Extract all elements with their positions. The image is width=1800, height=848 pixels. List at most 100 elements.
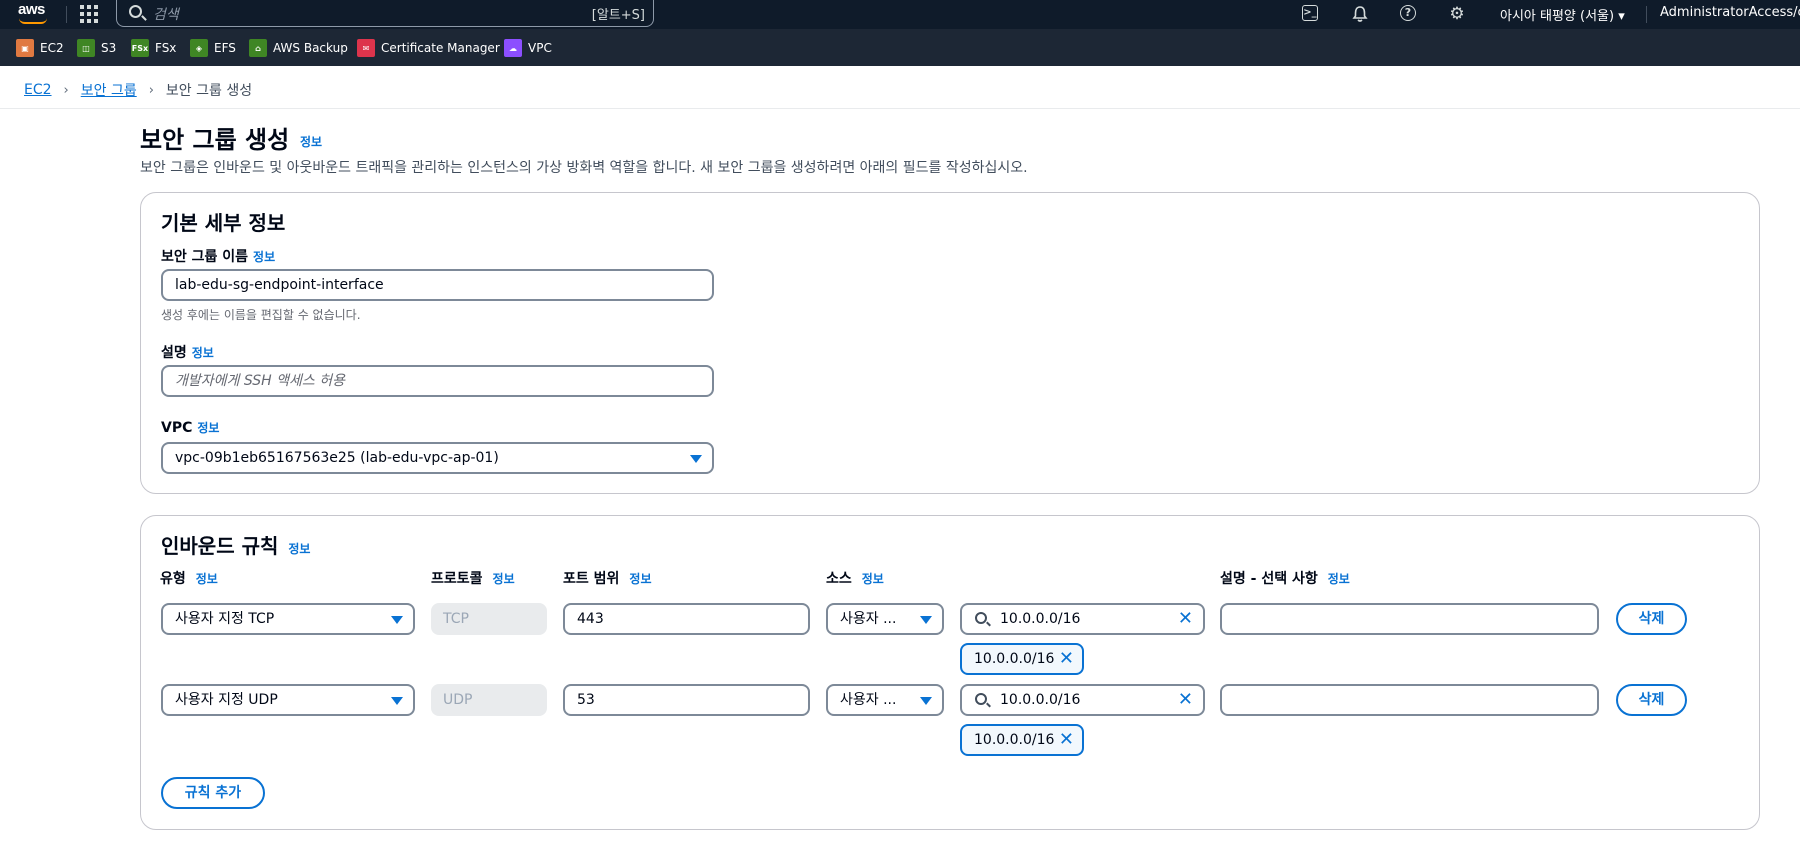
vpc-icon: ☁ — [504, 39, 522, 57]
label-text: 보안 그룹 이름 — [161, 249, 249, 265]
rule-port-range-input[interactable]: 53 — [563, 684, 810, 716]
breadcrumb-ec2[interactable]: EC2 — [24, 82, 52, 98]
favorite-label: EFS — [214, 41, 236, 55]
help-icon[interactable]: ? — [1400, 5, 1416, 21]
caret-down-icon — [920, 616, 932, 624]
favorite-efs[interactable]: ◈ EFS — [190, 39, 236, 57]
field-label-sg-name: 보안 그룹 이름 정보 — [161, 246, 275, 266]
aws-logo[interactable]: aws — [18, 1, 50, 25]
info-link[interactable]: 정보 — [300, 133, 322, 150]
column-header-protocol: 프로토콜 정보 — [431, 568, 515, 588]
global-search-input[interactable]: 검색 [알트+S] — [116, 0, 654, 27]
divider — [66, 6, 67, 23]
aws-logo-text: aws — [18, 1, 45, 18]
page-description: 보안 그룹은 인바운드 및 아웃바운드 트래픽을 관리하는 인스턴스의 가상 방… — [140, 160, 1028, 176]
favorite-aws-backup[interactable]: ⌂ AWS Backup — [249, 39, 348, 57]
breadcrumb-security-groups[interactable]: 보안 그룹 — [81, 80, 137, 100]
account-menu[interactable]: AdministratorAccess/clou — [1660, 5, 1800, 20]
info-link[interactable]: 정보 — [192, 346, 214, 360]
rule-source-type-select[interactable]: 사용자 ... — [826, 684, 944, 716]
section-title: 기본 세부 정보 — [161, 211, 286, 235]
add-rule-button[interactable]: 규칙 추가 — [161, 777, 265, 809]
security-group-name-input[interactable]: lab-edu-sg-endpoint-interface — [161, 269, 714, 301]
rule-port-range-input[interactable]: 443 — [563, 603, 810, 635]
info-link[interactable]: 정보 — [493, 572, 515, 586]
caret-down-icon — [391, 697, 403, 705]
token-label: 10.0.0.0/16 — [974, 732, 1055, 748]
aws-smile-icon — [19, 18, 47, 24]
label-text: 설명 — [161, 345, 187, 361]
rule-description-input[interactable] — [1220, 603, 1599, 635]
info-link[interactable]: 정보 — [196, 572, 218, 586]
vpc-select[interactable]: vpc-09b1eb65167563e25 (lab-edu-vpc-ap-01… — [161, 442, 714, 474]
services-menu-grid-icon[interactable] — [80, 5, 98, 23]
column-header-source: 소스 정보 — [826, 568, 884, 588]
select-value: 사용자 지정 TCP — [175, 611, 275, 627]
header-text: 프로토콜 — [431, 571, 483, 587]
input-value: 10.0.0.0/16 — [1000, 611, 1081, 627]
gear-icon[interactable]: ⚙ — [1448, 5, 1466, 23]
rule-type-select[interactable]: 사용자 지정 TCP — [161, 603, 415, 635]
efs-icon: ◈ — [190, 39, 208, 57]
column-header-port-range: 포트 범위 정보 — [563, 568, 652, 588]
search-placeholder: 검색 — [153, 7, 179, 23]
basic-details-container: 기본 세부 정보 보안 그룹 이름 정보 lab-edu-sg-endpoint-… — [140, 192, 1760, 494]
favorite-label: Certificate Manager — [381, 41, 500, 55]
divider — [1646, 6, 1647, 23]
rule-source-type-select[interactable]: 사용자 ... — [826, 603, 944, 635]
header-text: 소스 — [826, 571, 852, 587]
rule-source-search-input[interactable]: 10.0.0.0/16 ✕ — [960, 684, 1205, 716]
description-input[interactable]: 개발자에게 SSH 액세스 허용 — [161, 365, 714, 397]
info-link[interactable]: 정보 — [197, 421, 219, 435]
info-link[interactable]: 정보 — [288, 542, 310, 556]
info-link[interactable]: 정보 — [629, 572, 651, 586]
s3-icon: ◫ — [77, 39, 95, 57]
select-value: 사용자 ... — [840, 611, 897, 627]
remove-token-icon[interactable]: ✕ — [1059, 731, 1074, 749]
certificate-icon: ✉ — [357, 39, 375, 57]
delete-rule-button[interactable]: 삭제 — [1616, 684, 1687, 716]
source-token: 10.0.0.0/16 ✕ — [960, 724, 1084, 756]
backup-icon: ⌂ — [249, 39, 267, 57]
rule-source-search-input[interactable]: 10.0.0.0/16 ✕ — [960, 603, 1205, 635]
clear-icon[interactable]: ✕ — [1178, 610, 1193, 628]
info-link[interactable]: 정보 — [862, 572, 884, 586]
select-value: 사용자 지정 UDP — [175, 692, 278, 708]
delete-rule-button[interactable]: 삭제 — [1616, 603, 1687, 635]
info-link[interactable]: 정보 — [1328, 572, 1350, 586]
caret-down-icon — [690, 455, 702, 463]
inbound-rules-container: 인바운드 규칙 정보 — [140, 515, 1760, 830]
caret-down-icon — [391, 616, 403, 624]
ec2-icon: ▣ — [16, 39, 34, 57]
favorite-vpc[interactable]: ☁ VPC — [504, 39, 552, 57]
header-text: 포트 범위 — [563, 571, 620, 587]
favorites-bar: ▣ EC2 ◫ S3 FSx FSx ◈ EFS ⌂ AWS Backup ✉ … — [0, 29, 1800, 66]
rule-protocol-field: TCP — [431, 603, 547, 635]
cloudshell-icon[interactable]: >_ — [1302, 5, 1318, 21]
favorite-label: S3 — [101, 41, 117, 55]
favorite-certificate-manager[interactable]: ✉ Certificate Manager — [357, 39, 500, 57]
top-navigation: aws 검색 [알트+S] >_ ? ⚙ 아시아 태평양 (서울) ▾ Admi… — [0, 0, 1800, 29]
favorite-s3[interactable]: ◫ S3 — [77, 39, 116, 57]
input-value: 10.0.0.0/16 — [1000, 692, 1081, 708]
rule-protocol-field: UDP — [431, 684, 547, 716]
info-link[interactable]: 정보 — [253, 250, 275, 264]
breadcrumb: EC2 › 보안 그룹 › 보안 그룹 생성 — [24, 80, 252, 100]
remove-token-icon[interactable]: ✕ — [1059, 650, 1074, 668]
region-selector[interactable]: 아시아 태평양 (서울) ▾ — [1500, 5, 1625, 24]
caret-down-icon — [920, 697, 932, 705]
select-value: 사용자 ... — [840, 692, 897, 708]
search-icon — [975, 612, 987, 624]
favorite-label: EC2 — [40, 41, 64, 55]
breadcrumb-current: 보안 그룹 생성 — [165, 83, 253, 99]
header-text: 설명 - 선택 사항 — [1220, 571, 1318, 587]
rule-description-input[interactable] — [1220, 684, 1599, 716]
favorite-fsx[interactable]: FSx FSx — [131, 39, 176, 57]
bell-icon[interactable] — [1351, 5, 1369, 23]
favorite-ec2[interactable]: ▣ EC2 — [16, 39, 64, 57]
clear-icon[interactable]: ✕ — [1178, 691, 1193, 709]
rule-type-select[interactable]: 사용자 지정 UDP — [161, 684, 415, 716]
search-shortcut-hint: [알트+S] — [591, 8, 645, 23]
chevron-right-icon: › — [63, 82, 69, 98]
page-title: 보안 그룹 생성 — [140, 126, 290, 154]
